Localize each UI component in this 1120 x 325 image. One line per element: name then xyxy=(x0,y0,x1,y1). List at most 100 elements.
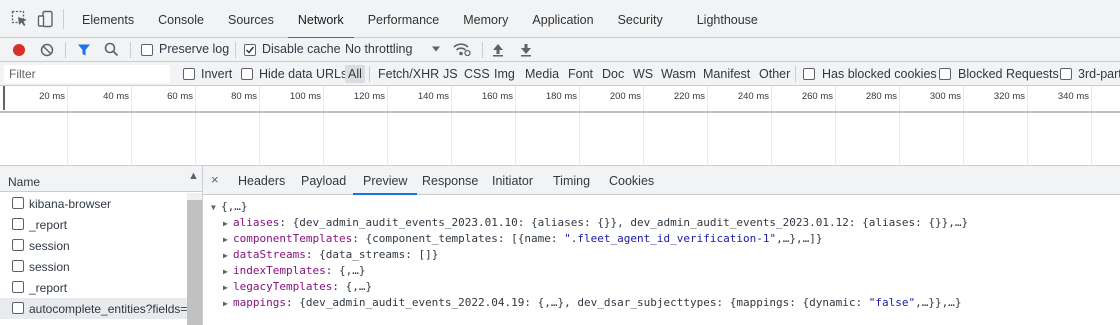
disable-cache-checkbox[interactable] xyxy=(244,44,256,56)
name-column-header[interactable]: Name ▲ xyxy=(0,166,202,192)
search-icon[interactable] xyxy=(104,42,119,60)
filter-type-manifest[interactable]: Manifest xyxy=(700,65,753,83)
third-party-checkbox[interactable] xyxy=(1060,68,1072,80)
json-root[interactable]: ▼ {,…} xyxy=(211,200,248,213)
tab-headers[interactable]: Headers xyxy=(236,166,287,194)
overview-tick-label: 120 ms xyxy=(353,91,385,102)
filter-type-wasm[interactable]: Wasm xyxy=(658,65,699,83)
overview-tick-label: 200 ms xyxy=(609,91,641,102)
filter-type-img[interactable]: Img xyxy=(491,65,518,83)
overview-grid-line xyxy=(835,86,836,166)
filter-type-doc[interactable]: Doc xyxy=(599,65,627,83)
filter-type-ws[interactable]: WS xyxy=(630,65,656,83)
json-property[interactable]: ▶ legacyTemplates: {,…} xyxy=(223,280,372,293)
preserve-log-checkbox[interactable] xyxy=(141,44,153,56)
tab-preview[interactable]: Preview xyxy=(352,166,419,195)
record-icon[interactable] xyxy=(12,43,26,60)
request-row[interactable]: session xyxy=(0,235,187,256)
overview-grid-line xyxy=(387,86,388,166)
tab-response[interactable]: Response xyxy=(420,166,480,194)
toolbar-divider xyxy=(235,42,236,58)
filter-type-other[interactable]: Other xyxy=(756,65,793,83)
tab-elements[interactable]: Elements xyxy=(70,0,146,38)
json-property[interactable]: ▶ aliases: {dev_admin_audit_events_2023.0… xyxy=(223,216,968,229)
tab-sources[interactable]: Sources xyxy=(216,0,286,38)
tab-console[interactable]: Console xyxy=(146,0,216,38)
request-name: session xyxy=(29,260,70,274)
overview-grid-line xyxy=(131,86,132,166)
has-blocked-cookies-checkbox[interactable] xyxy=(803,68,815,80)
request-checkbox[interactable] xyxy=(12,281,24,293)
request-row[interactable]: _report xyxy=(0,277,187,298)
filter-type-media[interactable]: Media xyxy=(522,65,562,83)
tab-network[interactable]: Network xyxy=(286,0,356,39)
tab-application[interactable]: Application xyxy=(520,0,605,38)
devtools-tab-bar: Elements Console Sources Network Perform… xyxy=(0,0,1120,39)
request-list: Name ▲ kibana-browser _report session se… xyxy=(0,166,203,325)
json-string: ".fleet_agent_id_verification-1" xyxy=(564,232,777,245)
collapsed-triangle-icon: ▶ xyxy=(223,299,228,308)
json-property[interactable]: ▶ dataStreams: {data_streams: []} xyxy=(223,248,438,261)
import-har-icon[interactable] xyxy=(492,43,504,60)
json-value: {dev_admin_audit_events_2022.04.19: {,…}… xyxy=(299,296,869,309)
filter-type-font[interactable]: Font xyxy=(565,65,596,83)
filter-type-css[interactable]: CSS xyxy=(461,65,493,83)
tab-timing[interactable]: Timing xyxy=(551,166,592,194)
overview-grid-line xyxy=(1091,86,1092,166)
scrollbar-thumb[interactable] xyxy=(187,200,202,325)
overview-grid-line xyxy=(323,86,324,166)
filter-type-fetch-xhr[interactable]: Fetch/XHR xyxy=(375,65,442,83)
filter-type-all[interactable]: All xyxy=(345,65,365,83)
json-value-tail: ,…}},…} xyxy=(915,296,962,309)
overview-tick-label: 300 ms xyxy=(929,91,961,102)
overview-grid-line xyxy=(259,86,260,166)
json-key: componentTemplates xyxy=(233,232,353,245)
column-header-label: Name xyxy=(8,175,41,189)
overview-tick-label: 280 ms xyxy=(865,91,897,102)
tab-memory[interactable]: Memory xyxy=(451,0,520,38)
request-row[interactable]: session xyxy=(0,256,187,277)
request-row-selected[interactable]: autocomplete_entities?fields= xyxy=(0,298,187,319)
json-property[interactable]: ▶ componentTemplates: {component_template… xyxy=(223,232,822,245)
throttling-select[interactable]: No throttling xyxy=(345,42,412,56)
export-har-icon[interactable] xyxy=(520,43,532,60)
json-property[interactable]: ▶ mappings: {dev_admin_audit_events_2022.… xyxy=(223,296,962,309)
hide-data-urls-checkbox[interactable] xyxy=(241,68,253,80)
request-row[interactable]: kibana-browser xyxy=(0,193,187,214)
json-key: indexTemplates xyxy=(233,264,326,277)
request-row[interactable]: _report xyxy=(0,214,187,235)
tab-performance[interactable]: Performance xyxy=(356,0,452,38)
close-icon[interactable]: × xyxy=(211,172,219,187)
tab-cookies[interactable]: Cookies xyxy=(607,166,656,194)
tab-payload[interactable]: Payload xyxy=(299,166,348,194)
toolbar-divider xyxy=(795,66,796,82)
request-checkbox[interactable] xyxy=(12,218,24,230)
json-value-tail: ,…},…]} xyxy=(776,232,823,245)
has-blocked-cookies-label: Has blocked cookies xyxy=(822,67,937,81)
tab-lighthouse[interactable]: Lighthouse xyxy=(685,0,770,38)
filter-icon[interactable] xyxy=(77,43,91,60)
network-conditions-icon[interactable] xyxy=(453,42,471,60)
tab-security[interactable]: Security xyxy=(606,0,685,38)
request-checkbox[interactable] xyxy=(12,260,24,272)
json-value: {component_templates: [{name: xyxy=(365,232,565,245)
third-party-label: 3rd-part xyxy=(1078,67,1120,81)
device-toggle-icon[interactable] xyxy=(37,10,55,28)
blocked-requests-label: Blocked Requests xyxy=(958,67,1059,81)
blocked-requests-checkbox[interactable] xyxy=(939,68,951,80)
invert-checkbox[interactable] xyxy=(183,68,195,80)
request-checkbox[interactable] xyxy=(12,239,24,251)
caret-down-icon[interactable] xyxy=(431,43,441,57)
overview-tick-label: 140 ms xyxy=(417,91,449,102)
filter-type-js[interactable]: JS xyxy=(440,65,461,83)
tab-initiator[interactable]: Initiator xyxy=(490,166,535,194)
request-checkbox[interactable] xyxy=(12,302,24,314)
json-property[interactable]: ▶ indexTemplates: {,…} xyxy=(223,264,365,277)
request-checkbox[interactable] xyxy=(12,197,24,209)
inspect-element-icon[interactable] xyxy=(11,10,29,28)
network-overview[interactable]: 20 ms 40 ms 60 ms 80 ms 100 ms 120 ms 140 ms 16… xyxy=(0,86,1120,166)
clear-icon[interactable] xyxy=(40,43,54,60)
overview-tick-label: 340 ms xyxy=(1057,91,1089,102)
network-toolbar: Preserve log Disable cache No throttling xyxy=(0,38,1120,62)
filter-input[interactable] xyxy=(4,65,170,83)
